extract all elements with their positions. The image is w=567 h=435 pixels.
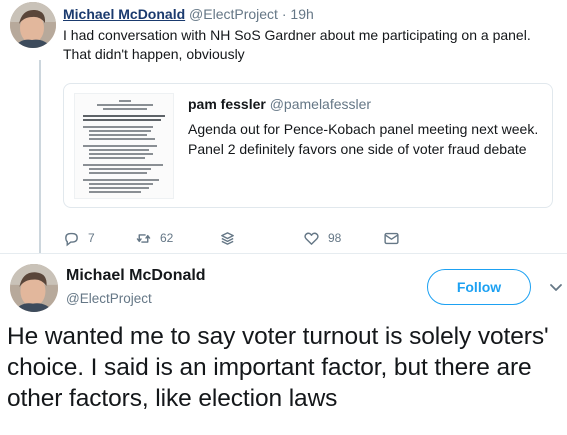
parent-tweet-header: Michael McDonald @ElectProject · 19h bbox=[63, 6, 314, 22]
retweet-button[interactable]: 62 bbox=[135, 228, 173, 248]
doc-line bbox=[89, 149, 149, 151]
doc-line bbox=[89, 157, 145, 159]
avatar-photo bbox=[10, 2, 56, 48]
quoted-tweet-header: pam fessler @pamelafessler bbox=[188, 96, 371, 112]
main-author-handle[interactable]: @ElectProject bbox=[66, 291, 152, 306]
stack-icon bbox=[221, 231, 234, 245]
doc-line bbox=[89, 134, 147, 136]
reply-button[interactable]: 7 bbox=[63, 228, 95, 248]
doc-line bbox=[83, 145, 157, 147]
like-count: 98 bbox=[328, 231, 342, 245]
like-icon bbox=[304, 232, 319, 245]
doc-line bbox=[83, 179, 159, 181]
tweet-actions: 7 62 98 bbox=[63, 228, 403, 248]
doc-line bbox=[89, 187, 149, 189]
main-tweet-text: He wanted me to say voter turnout is sol… bbox=[7, 323, 549, 412]
parent-tweet-text: I had conversation with NH SoS Gardner a… bbox=[63, 27, 531, 62]
quoted-author-handle: @pamelafessler bbox=[269, 96, 372, 112]
main-author-name[interactable]: Michael McDonald bbox=[66, 267, 206, 285]
doc-line bbox=[83, 115, 165, 117]
stack-button[interactable] bbox=[219, 228, 236, 248]
doc-line bbox=[83, 119, 161, 121]
direct-message-button[interactable] bbox=[383, 228, 400, 248]
like-button[interactable]: 98 bbox=[303, 228, 341, 248]
doc-line bbox=[89, 168, 151, 170]
thread-line bbox=[39, 60, 41, 253]
avatar-photo bbox=[10, 264, 58, 312]
message-icon bbox=[384, 232, 399, 244]
separator-dot: · bbox=[281, 6, 287, 22]
tweet-timestamp[interactable]: 19h bbox=[290, 6, 313, 22]
doc-line bbox=[83, 126, 153, 128]
parent-tweet[interactable]: Michael McDonald @ElectProject · 19h I h… bbox=[0, 0, 567, 253]
doc-line bbox=[89, 130, 151, 132]
doc-line bbox=[97, 104, 153, 106]
doc-line bbox=[83, 164, 163, 166]
chevron-down-icon[interactable] bbox=[548, 279, 564, 295]
author-handle: @ElectProject bbox=[189, 6, 278, 22]
doc-line bbox=[89, 191, 141, 193]
tweet-divider bbox=[0, 253, 567, 254]
quoted-author-name[interactable]: pam fessler bbox=[188, 96, 266, 112]
reply-count: 7 bbox=[88, 231, 95, 245]
agenda-document-thumbnail bbox=[74, 93, 174, 199]
retweet-count: 62 bbox=[160, 231, 174, 245]
doc-line bbox=[89, 172, 147, 174]
doc-line bbox=[89, 153, 153, 155]
doc-line bbox=[103, 108, 147, 110]
quoted-tweet-text: Agenda out for Pence-Kobach panel meetin… bbox=[188, 121, 539, 157]
reply-icon bbox=[65, 232, 78, 246]
author-name-link[interactable]: Michael McDonald bbox=[63, 6, 185, 22]
doc-line bbox=[119, 100, 131, 102]
quoted-tweet-card[interactable]: pam fessler @pamelafessler Agenda out fo… bbox=[63, 83, 553, 208]
follow-button[interactable]: Follow bbox=[427, 269, 531, 305]
doc-line bbox=[89, 183, 153, 185]
avatar[interactable] bbox=[10, 2, 56, 48]
retweet-icon bbox=[136, 233, 151, 243]
avatar[interactable] bbox=[10, 264, 58, 312]
doc-line bbox=[89, 138, 155, 140]
